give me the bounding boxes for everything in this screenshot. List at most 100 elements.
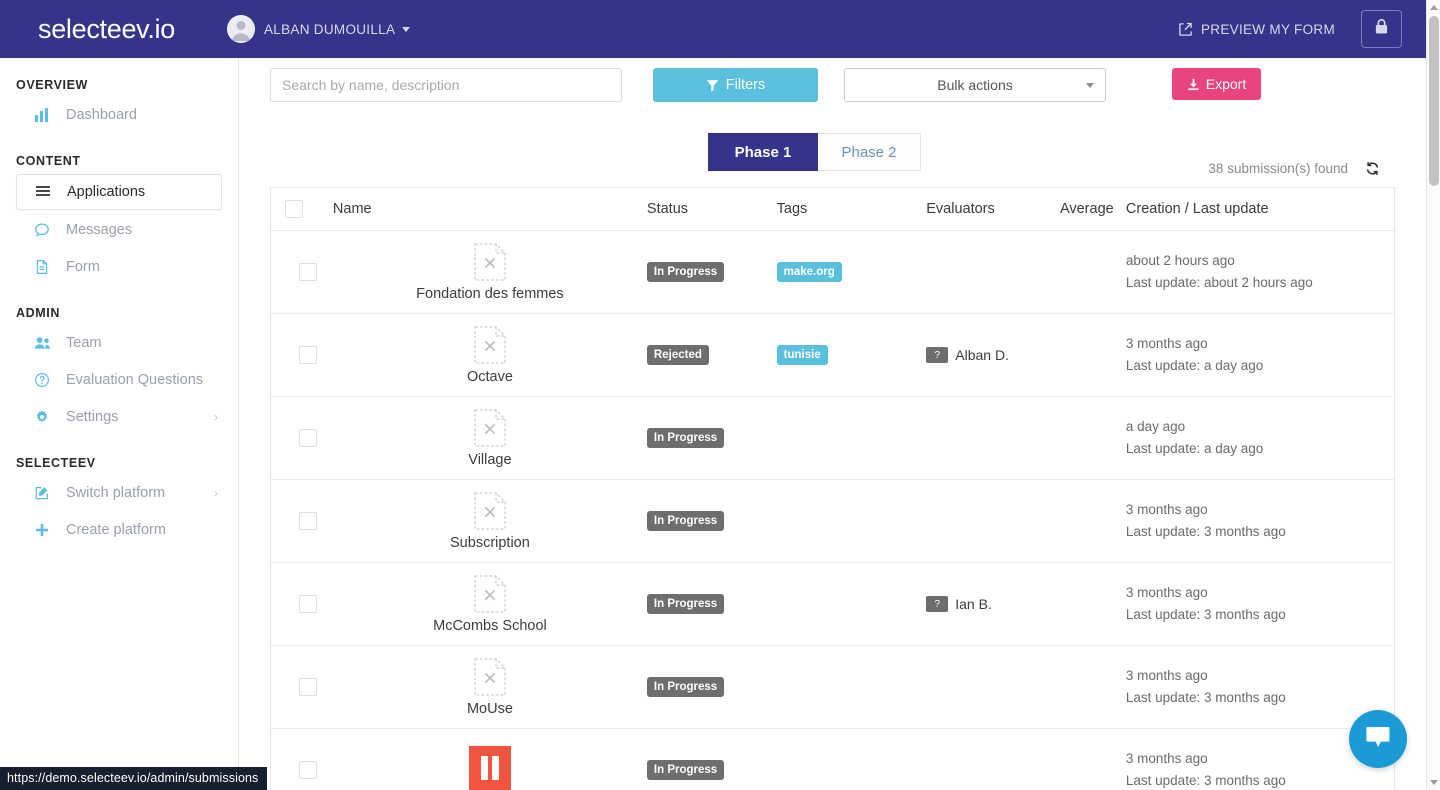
created-date: 3 months ago: [1126, 333, 1394, 355]
column-evaluators[interactable]: Evaluators: [926, 188, 1060, 231]
sidebar-item-applications[interactable]: Applications: [16, 174, 222, 210]
sidebar-item-label: Applications: [67, 184, 145, 200]
brand-logo[interactable]: selecteev.io: [38, 14, 175, 45]
dates-cell: 3 months agoLast update: 3 months ago: [1126, 563, 1394, 646]
sidebar-item-create-platform[interactable]: Create platform: [16, 513, 222, 547]
sidebar-item-settings[interactable]: Settings ›: [16, 400, 222, 434]
sidebar-item-form[interactable]: Form: [16, 250, 222, 284]
lock-button[interactable]: [1361, 10, 1402, 48]
table-row[interactable]: VillageIn Progress a day agoLast update: …: [271, 397, 1394, 480]
broken-image-icon: [473, 408, 507, 448]
select-all-checkbox[interactable]: [285, 200, 303, 218]
column-name[interactable]: Name: [333, 188, 647, 231]
status-badge: In Progress: [647, 262, 724, 283]
tags-cell: [777, 563, 927, 646]
row-checkbox[interactable]: [299, 429, 317, 447]
tab-phase-2[interactable]: Phase 2: [818, 133, 921, 171]
export-label: Export: [1206, 76, 1246, 92]
chat-bubble-icon: [1364, 724, 1392, 755]
dates-cell: a day agoLast update: a day ago: [1126, 397, 1394, 480]
name-cell[interactable]: [333, 729, 647, 790]
sidebar-item-messages[interactable]: Messages: [16, 213, 222, 247]
row-checkbox[interactable]: [299, 512, 317, 530]
column-tags[interactable]: Tags: [777, 188, 927, 231]
chevron-right-icon: ›: [214, 487, 218, 499]
chevron-down-icon: [402, 27, 410, 32]
plus-icon: [34, 522, 54, 538]
table-row[interactable]: MoUseIn Progress3 months agoLast update:…: [271, 646, 1394, 729]
row-select-cell: [271, 646, 333, 729]
table-row[interactable]: OctaveRejectedtunisie?Alban D. 3 months a…: [271, 314, 1394, 397]
filters-label: Filters: [726, 77, 765, 93]
chevron-right-icon: ›: [214, 411, 218, 423]
table-row[interactable]: Fondation des femmesIn Progressmake.orga…: [271, 231, 1394, 314]
tags-cell: tunisie: [777, 314, 927, 397]
column-status[interactable]: Status: [647, 188, 777, 231]
table-header: Name Status Tags Evaluators Average Crea…: [271, 188, 1394, 231]
table-row[interactable]: SubscriptionIn Progress3 months agoLast …: [271, 480, 1394, 563]
filters-button[interactable]: Filters: [653, 68, 818, 102]
sidebar-item-label: Create platform: [66, 522, 166, 538]
sidebar-item-dashboard[interactable]: Dashboard: [16, 98, 222, 132]
user-menu[interactable]: ALBAN DUMOUILLA: [227, 15, 410, 43]
name-cell[interactable]: Octave: [333, 314, 647, 397]
scroll-down-arrow-icon[interactable]: [1430, 780, 1438, 785]
bar-chart-icon: [34, 107, 54, 123]
file-icon: [34, 259, 54, 275]
name-cell[interactable]: MoUse: [333, 646, 647, 729]
sidebar-section-content: CONTENT: [0, 154, 238, 168]
select-all-header: [271, 188, 333, 231]
refresh-icon[interactable]: [1365, 161, 1380, 176]
sidebar-item-label: Team: [66, 335, 101, 351]
preview-my-form-link[interactable]: PREVIEW MY FORM: [1178, 22, 1335, 37]
chat-widget-button[interactable]: [1349, 710, 1407, 768]
main-content: Filters Bulk actions Export Phase 1: [239, 58, 1426, 790]
name-cell[interactable]: McCombs School: [333, 563, 647, 646]
row-checkbox[interactable]: [299, 346, 317, 364]
sidebar-item-team[interactable]: Team: [16, 326, 222, 360]
comment-icon: [34, 222, 54, 238]
tags-cell: [777, 646, 927, 729]
question-circle-icon: [34, 372, 54, 388]
tab-phase-1[interactable]: Phase 1: [708, 133, 818, 171]
sidebar-item-switch-platform[interactable]: Switch platform ›: [16, 476, 222, 510]
evaluators-cell: [926, 729, 1060, 790]
toolbar: Filters Bulk actions Export: [239, 58, 1426, 120]
bulk-actions-select[interactable]: Bulk actions: [844, 68, 1106, 102]
status-cell: Rejected: [647, 314, 777, 397]
tab-label: Phase 2: [841, 144, 896, 161]
scroll-up-arrow-icon[interactable]: [1430, 5, 1438, 10]
browser-scrollbar[interactable]: [1426, 0, 1440, 790]
table-row[interactable]: In Progress3 months agoLast update: 3 mo…: [271, 729, 1394, 790]
tags-cell: [777, 729, 927, 790]
row-checkbox[interactable]: [299, 761, 317, 779]
submissions-table: Name Status Tags Evaluators Average Crea…: [270, 187, 1395, 790]
export-button[interactable]: Export: [1172, 68, 1261, 100]
submissions-count: 38 submission(s) found: [1208, 161, 1348, 176]
column-creation-last-update[interactable]: Creation / Last update: [1126, 188, 1394, 231]
created-date: 3 months ago: [1126, 499, 1394, 521]
status-badge: In Progress: [647, 428, 724, 449]
updated-date: Last update: a day ago: [1126, 438, 1394, 460]
name-cell[interactable]: Fondation des femmes: [333, 231, 647, 314]
users-icon: [34, 335, 54, 351]
scrollbar-thumb[interactable]: [1429, 16, 1439, 186]
created-date: 3 months ago: [1126, 582, 1394, 604]
sidebar-item-evaluation-questions[interactable]: Evaluation Questions: [16, 363, 222, 397]
page-root: selecteev.io ALBAN DUMOUILLA: [0, 0, 1440, 790]
row-checkbox[interactable]: [299, 263, 317, 281]
tags-cell: make.org: [777, 231, 927, 314]
row-checkbox[interactable]: [299, 678, 317, 696]
name-cell[interactable]: Subscription: [333, 480, 647, 563]
row-checkbox[interactable]: [299, 595, 317, 613]
sidebar-item-label: Messages: [66, 222, 132, 238]
name-cell[interactable]: Village: [333, 397, 647, 480]
phase-tabs: Phase 1 Phase 2: [708, 133, 921, 171]
status-cell: In Progress: [647, 231, 777, 314]
evaluator: ?Alban D.: [926, 347, 1060, 363]
search-input[interactable]: [270, 68, 622, 102]
status-cell: In Progress: [647, 480, 777, 563]
sidebar-item-label: Settings: [66, 409, 118, 425]
table-row[interactable]: McCombs SchoolIn Progress?Ian B.3 months…: [271, 563, 1394, 646]
column-average[interactable]: Average: [1060, 188, 1126, 231]
